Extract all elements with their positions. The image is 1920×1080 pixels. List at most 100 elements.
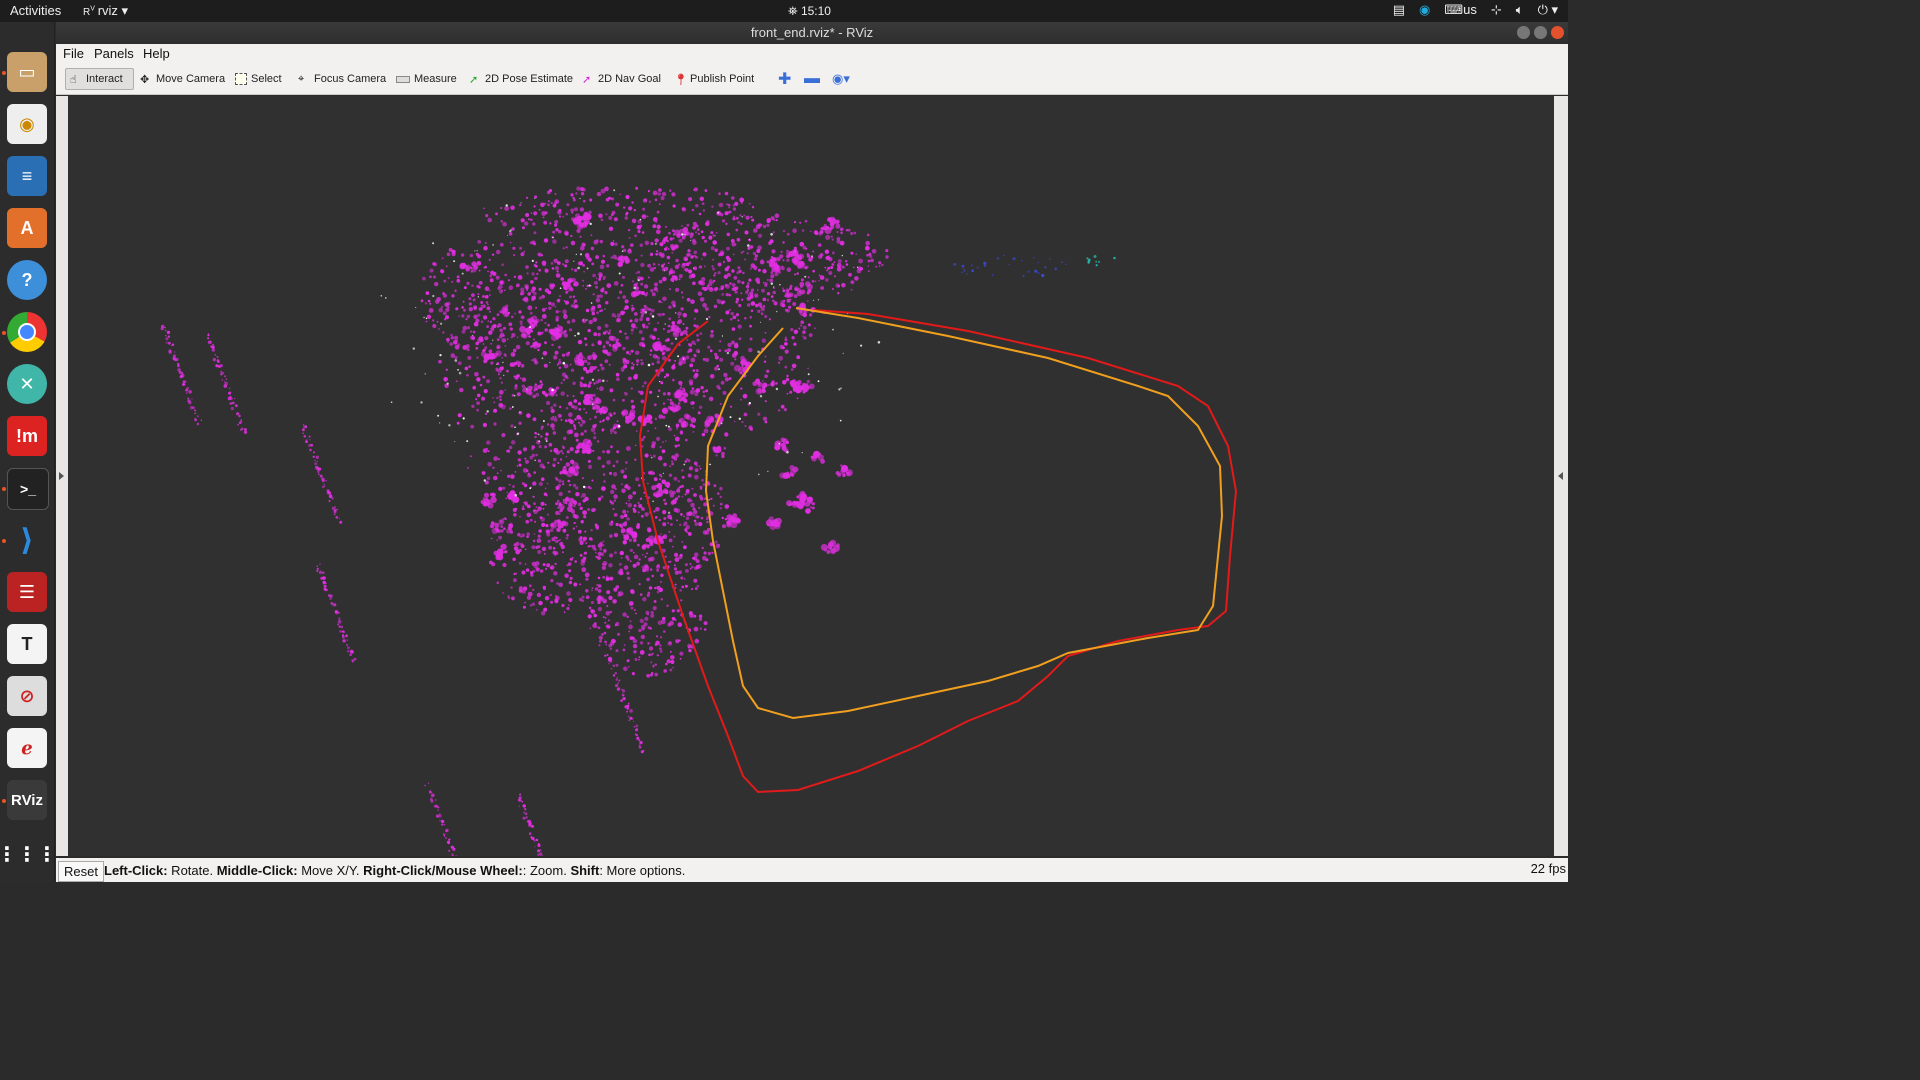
minimize-button[interactable] [1517,26,1530,39]
measure-label: Measure [414,73,457,85]
trajectory-orange [704,307,1224,720]
status-bar: Reset Left-Click: Rotate. Middle-Click: … [56,858,1568,882]
close-button[interactable] [1551,26,1564,39]
nav-goal-tool[interactable]: ➚ 2D Nav Goal [578,68,665,90]
focus-camera-tool[interactable]: ⌖ Focus Camera [294,68,390,90]
hint-rotate: Rotate. [167,863,217,878]
system-tray: ▤ ◉ ⌨us ⊹ 🔈︎ ⏻ ▾ [1393,2,1558,18]
help-icon[interactable]: ? [7,260,47,300]
meteor-icon[interactable]: !m [7,416,47,456]
rhythmbox-icon[interactable]: ◉ [7,104,47,144]
hint-zoom: : Zoom. [522,863,571,878]
select-label: Select [251,73,282,85]
window-title: front_end.rviz* - RViz [750,25,874,40]
focus-camera-label: Focus Camera [314,73,387,85]
nav-goal-label: 2D Nav Goal [598,73,661,85]
hint-left-click: Left-Click: [104,863,168,878]
right-panel-collapsed[interactable] [1554,96,1568,856]
left-panel-collapsed[interactable] [56,96,68,856]
rviz-small-icon: RV [83,5,95,18]
eye-icon: ◉▾ [832,71,850,86]
interact-tool[interactable]: ☝ Interact [65,68,134,90]
magenta-arrow-icon: ➚ [582,74,592,86]
select-icon [235,73,247,85]
pose-estimate-label: 2D Pose Estimate [485,73,574,85]
keyboard-icon[interactable]: ⌨us [1444,2,1477,18]
chrome-icon[interactable] [7,312,47,352]
interact-label: Interact [86,73,123,85]
running-indicator [2,487,6,491]
trajectory-red [638,309,1238,794]
typora-icon[interactable]: T [7,624,47,664]
power-icon[interactable]: ⏻ ▾ [1538,2,1558,18]
launcher-dock: ▭ ◉ ≡ A ? ✕ !m >_ ⟩ ☰ T ⊘ ℯ RViz ⋮⋮⋮ [0,22,57,882]
tool-bar: ☝ Interact ✥ Move Camera Select ⌖ Focus Cam… [56,64,1568,95]
pose-estimate-tool[interactable]: ➚ 2D Pose Estimate [465,68,577,90]
menu-panels[interactable]: Panels [94,46,134,61]
indicator-icon[interactable]: ▤ [1393,2,1405,18]
terminal-icon[interactable]: >_ [7,468,49,510]
xmind-tray-icon[interactable]: ◉ [1419,2,1430,18]
keyboard-layout: us [1463,2,1477,17]
nosign-icon[interactable]: ⊘ [7,676,47,716]
move-camera-icon: ✥ [140,74,150,86]
volume-icon[interactable]: 🔈︎ [1516,2,1524,18]
publish-point-label: Publish Point [690,73,755,85]
network-icon[interactable]: ⊹ [1491,2,1502,18]
map-pin-icon: 📍︎ [674,74,688,86]
move-camera-label: Move Camera [156,73,226,85]
measure-tool[interactable]: Measure [392,68,461,90]
view-options-button[interactable]: ◉▾ [828,68,854,90]
hand-icon: ☝ [70,74,77,86]
move-camera-tool[interactable]: ✥ Move Camera [136,68,229,90]
hint-shift: Shift [570,863,600,878]
maximize-button[interactable] [1534,26,1547,39]
rviz-icon[interactable]: RViz [7,780,47,820]
publish-point-tool[interactable]: 📍︎ Publish Point [670,68,758,90]
add-tool-button[interactable]: ✚ [774,68,795,90]
3d-scene [160,186,1238,856]
app-name: rviz [97,3,118,18]
hint-more: : More options. [599,863,686,878]
clock[interactable]: ⛯ 15:10 [788,4,831,19]
xmind-icon[interactable]: ✕ [7,364,47,404]
minus-icon: ▬ [804,70,820,87]
menu-help[interactable]: Help [143,46,170,61]
hint-move: Move X/Y. [297,863,364,878]
window-titlebar[interactable]: front_end.rviz* - RViz [56,22,1568,44]
software-center-icon[interactable]: A [7,208,47,248]
vscode-icon[interactable]: ⟩ [7,520,47,560]
hint-right-click: Right-Click/Mouse Wheel: [363,863,523,878]
render-viewport[interactable] [68,96,1554,856]
running-indicator [2,539,6,543]
hint-middle-click: Middle-Click: [216,863,298,878]
files-icon[interactable]: ▭ [7,52,47,92]
activities-button[interactable]: Activities [10,3,61,18]
chevron-down-icon: ▾ [121,3,129,18]
remove-tool-button[interactable]: ▬ [800,68,824,90]
plus-icon: ✚ [778,71,792,88]
running-indicator [2,71,6,75]
ruler-icon [396,75,410,83]
running-indicator [2,799,6,803]
clock-time: 15:10 [800,4,831,18]
document-viewer-icon[interactable]: ℯ [7,728,47,768]
expand-right-icon[interactable] [1558,472,1563,480]
writer-icon[interactable]: ≡ [7,156,47,196]
running-indicator [2,331,6,335]
fps-counter: 22 fps [1530,861,1566,876]
top-panel: Activities RV rviz ▾ ⛯ 15:10 ▤ ◉ ⌨us ⊹ 🔈… [0,0,1568,22]
menu-file[interactable]: File [63,46,84,61]
green-arrow-icon: ➚ [469,74,479,86]
app-menu[interactable]: RV rviz ▾ [83,3,128,19]
point-cloud [160,186,1116,856]
apps-grid-icon[interactable]: ⋮⋮⋮ [0,834,57,874]
mouse-hint: Left-Click: Rotate. Middle-Click: Move X… [104,863,685,878]
alarm-icon: ⛯ [788,4,801,18]
expand-left-icon[interactable] [59,472,64,480]
stack-icon[interactable]: ☰ [7,572,47,612]
select-tool[interactable]: Select [231,68,286,90]
focus-camera-icon: ⌖ [298,73,305,85]
menu-bar: File Panels Help [56,44,1568,65]
reset-button[interactable]: Reset [58,861,104,882]
